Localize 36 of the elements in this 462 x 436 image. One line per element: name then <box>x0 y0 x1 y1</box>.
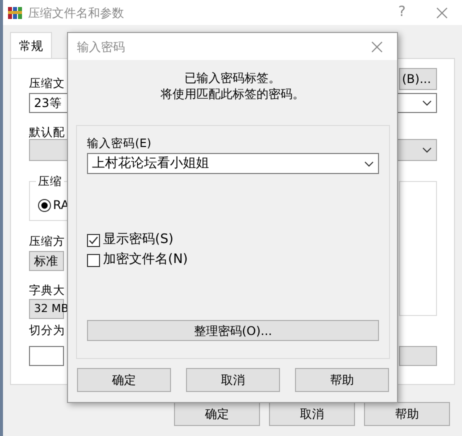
radio-button[interactable] <box>38 198 51 212</box>
checkbox-label[interactable]: 显示密码(S) <box>103 233 174 247</box>
message-text: 已输入密码标签。 <box>184 70 280 86</box>
browse-button[interactable]: (B)... <box>399 68 437 90</box>
window-title: 压缩文件名和参数 <box>28 4 124 22</box>
tab[interactable]: 常规 <box>10 32 52 58</box>
message-text: 将使用匹配此标签的密码。 <box>160 86 304 102</box>
method-dropdown[interactable]: 标准 <box>29 251 64 271</box>
organize-passwords-button[interactable]: 整理密码(O)... <box>87 320 379 341</box>
ok-button[interactable]: 确定 <box>77 368 171 392</box>
dictionary-label: 字典大 <box>29 283 65 297</box>
split-label: 切分为 <box>29 323 65 337</box>
checkbox[interactable] <box>87 234 100 246</box>
help-button[interactable]: ? <box>382 0 422 25</box>
password-field[interactable]: 上村花论坛看小姐姐 <box>87 153 379 174</box>
cancel-button[interactable]: 取消 <box>269 402 355 426</box>
checkbox-label[interactable]: 加密文件名(N) <box>103 253 188 267</box>
close-icon <box>371 40 383 52</box>
close-icon <box>436 6 448 18</box>
password-label: 输入密码(E) <box>87 136 152 150</box>
caret-icon <box>422 147 432 153</box>
ok-button[interactable]: 确定 <box>174 402 260 426</box>
help-button[interactable]: 帮助 <box>295 368 389 392</box>
caret-icon <box>422 100 432 106</box>
books-icon <box>8 6 22 20</box>
caret-icon <box>364 160 374 166</box>
method-label: 压缩方 <box>29 234 65 248</box>
checkbox[interactable] <box>87 254 100 266</box>
dialog-title: 输入密码 <box>77 38 125 56</box>
split-button[interactable] <box>399 346 437 366</box>
help-button[interactable]: 帮助 <box>364 402 450 426</box>
split-field[interactable] <box>29 346 64 366</box>
archive-name-label: 压缩文 <box>29 76 65 90</box>
group-label: 压缩 <box>36 174 64 188</box>
cancel-button[interactable]: 取消 <box>186 368 280 392</box>
profile-label: 默认配 <box>29 125 65 139</box>
